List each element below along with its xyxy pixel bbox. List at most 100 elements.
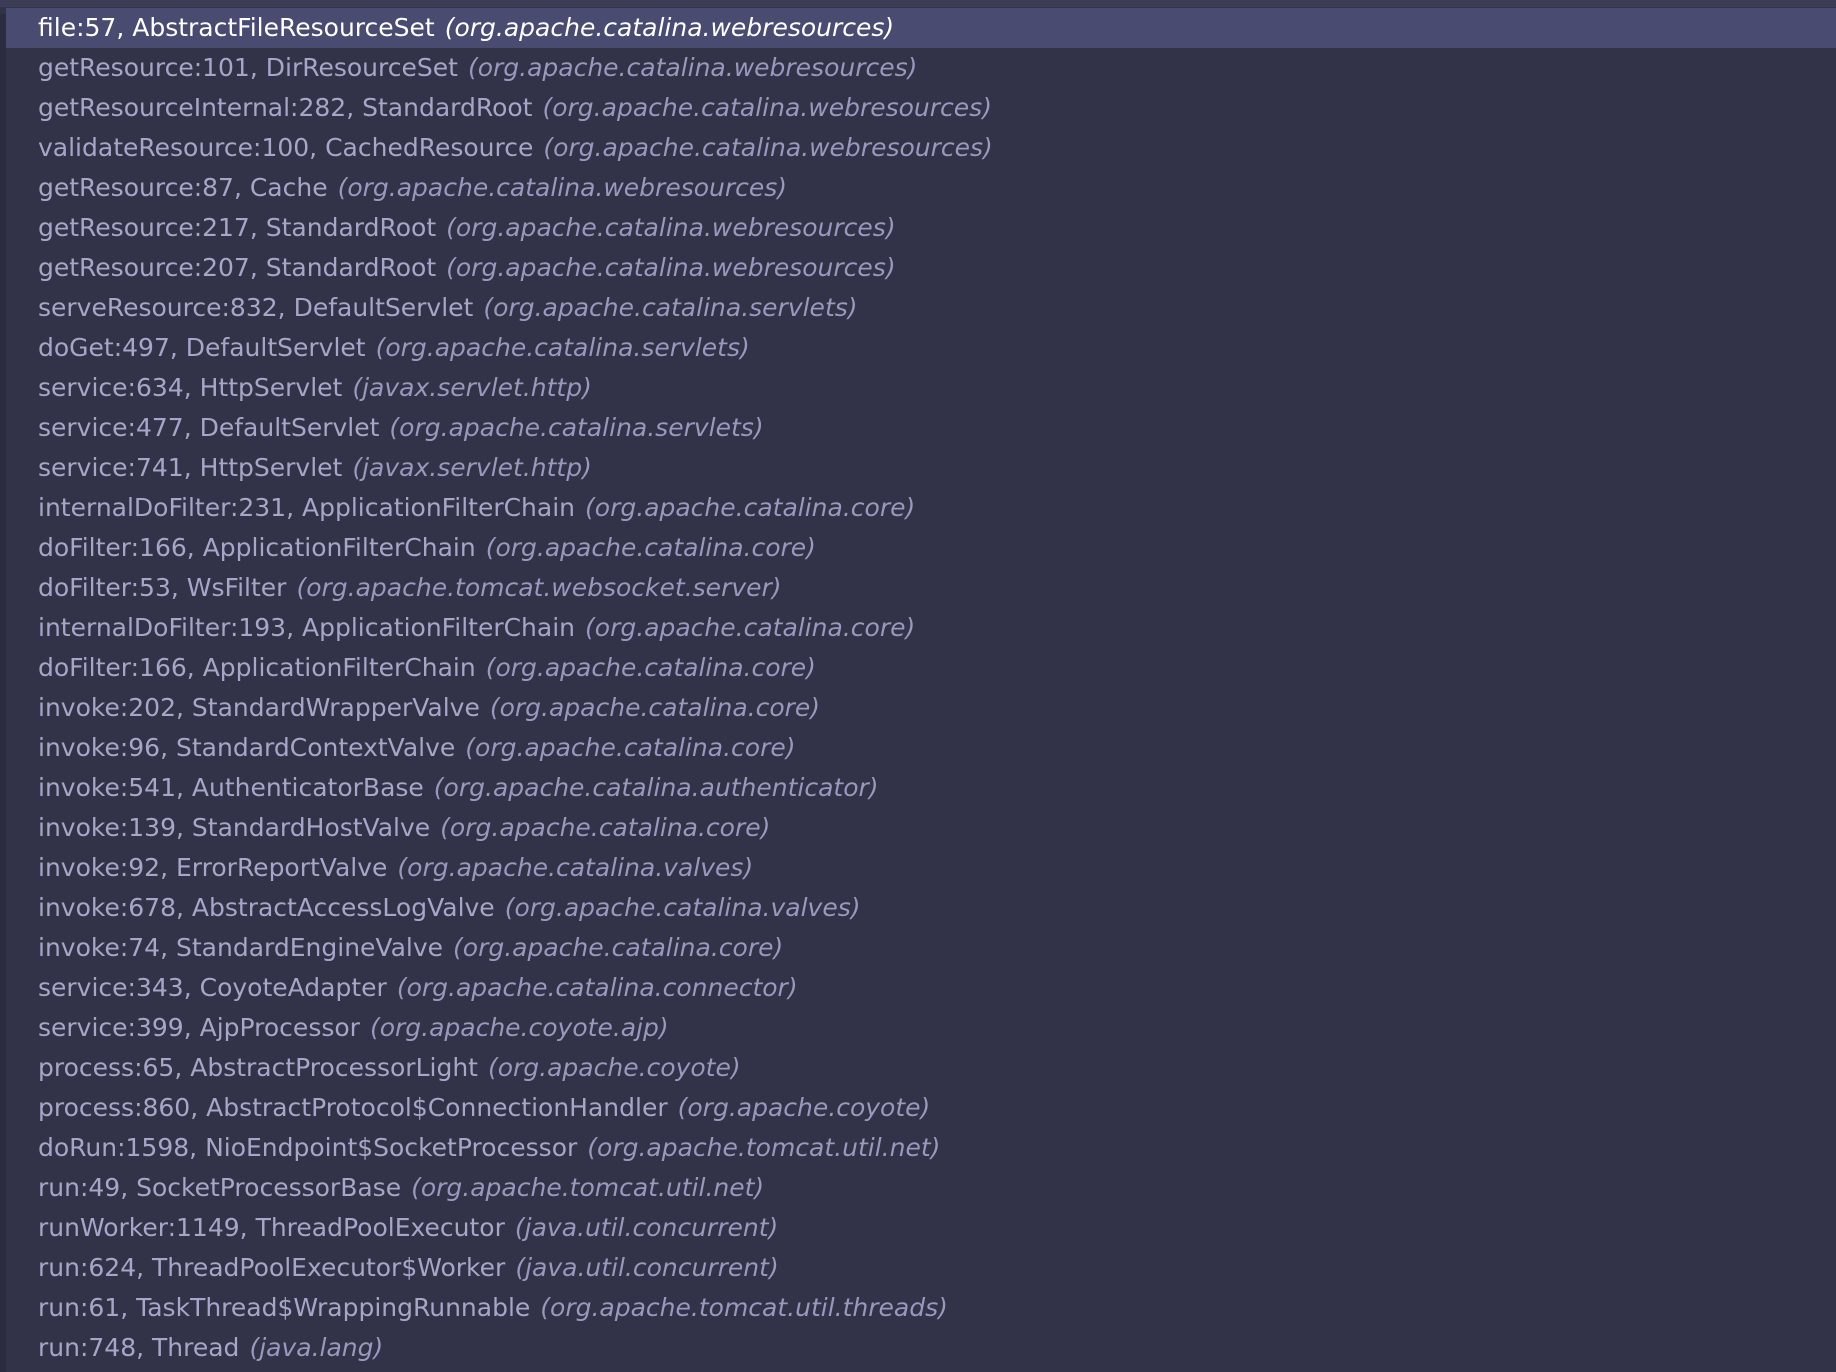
- stack-frame[interactable]: run:49, SocketProcessorBase (org.apache.t…: [6, 1168, 1836, 1208]
- stack-frame[interactable]: getResourceInternal:282, StandardRoot (or…: [6, 88, 1836, 128]
- stack-frame[interactable]: getResource:87, Cache (org.apache.catalin…: [6, 168, 1836, 208]
- stack-frame[interactable]: invoke:96, StandardContextValve (org.apac…: [6, 728, 1836, 768]
- frame-package: (org.apache.catalina.webresources): [446, 213, 896, 242]
- stack-frame[interactable]: doRun:1598, NioEndpoint$SocketProcessor (…: [6, 1128, 1836, 1168]
- frame-separator: ,: [183, 973, 200, 1002]
- frame-method: process:65: [38, 1053, 175, 1082]
- frame-class: AuthenticatorBase: [191, 773, 424, 802]
- frame-method: invoke:678: [38, 893, 176, 922]
- frame-method: doRun:1598: [38, 1133, 190, 1162]
- stack-frame[interactable]: invoke:202, StandardWrapperValve (org.apa…: [6, 688, 1836, 728]
- frame-method: invoke:92: [38, 853, 161, 882]
- stack-frame[interactable]: invoke:74, StandardEngineValve (org.apach…: [6, 928, 1836, 968]
- stack-frame[interactable]: doGet:497, DefaultServlet (org.apache.cat…: [6, 328, 1836, 368]
- frame-method: getResource:101: [38, 53, 250, 82]
- frame-package: (org.apache.catalina.webresources): [337, 173, 788, 202]
- stack-frame[interactable]: service:634, HttpServlet (javax.servlet.h…: [6, 368, 1836, 408]
- stack-frame[interactable]: run:624, ThreadPoolExecutor$Worker (java.…: [6, 1248, 1836, 1288]
- frame-class: CachedResource: [325, 133, 534, 162]
- frame-separator: ,: [176, 813, 192, 842]
- frame-class: NioEndpoint$SocketProcessor: [205, 1133, 578, 1162]
- stack-frame[interactable]: service:477, DefaultServlet (org.apache.c…: [6, 408, 1836, 448]
- stack-frame[interactable]: service:741, HttpServlet (javax.servlet.h…: [6, 448, 1836, 488]
- stack-frame[interactable]: doFilter:166, ApplicationFilterChain (org…: [6, 648, 1836, 688]
- stack-frame[interactable]: runWorker:1149, ThreadPoolExecutor (java.…: [6, 1208, 1836, 1248]
- stack-frame[interactable]: run:61, TaskThread$WrappingRunnable (org.…: [6, 1288, 1836, 1328]
- frame-package: (javax.servlet.http): [352, 373, 592, 402]
- frame-method: run:748: [38, 1333, 137, 1362]
- frame-class: AbstractProtocol$ConnectionHandler: [206, 1093, 668, 1122]
- frame-package: (org.apache.catalina.servlets): [389, 413, 764, 442]
- frame-method: service:399: [38, 1013, 184, 1042]
- frame-separator: ,: [286, 613, 302, 642]
- frame-class: Cache: [249, 173, 328, 202]
- stack-frame[interactable]: process:65, AbstractProcessorLight (org.a…: [6, 1048, 1836, 1088]
- stack-frame[interactable]: doFilter:166, ApplicationFilterChain (org…: [6, 528, 1836, 568]
- frame-class: AbstractAccessLogValve: [191, 893, 495, 922]
- frame-separator: ,: [239, 1213, 256, 1242]
- frame-class: ErrorReportValve: [176, 853, 388, 882]
- stack-frame[interactable]: invoke:139, StandardHostValve (org.apache…: [6, 808, 1836, 848]
- frame-method: internalDoFilter:231: [38, 493, 287, 522]
- frame-class: DefaultServlet: [293, 293, 474, 322]
- frame-package: (org.apache.catalina.authenticator): [433, 773, 879, 802]
- frame-method: doFilter:53: [38, 573, 171, 602]
- frame-method: service:634: [38, 373, 184, 402]
- frame-method: run:624: [38, 1253, 137, 1282]
- stack-frame[interactable]: internalDoFilter:231, ApplicationFilterC…: [6, 488, 1836, 528]
- frame-separator: ,: [176, 693, 192, 722]
- stack-frame[interactable]: service:399, AjpProcessor (org.apache.coy…: [6, 1008, 1836, 1048]
- stack-frame[interactable]: doFilter:53, WsFilter (org.apache.tomcat.…: [6, 568, 1836, 608]
- frame-package: (java.lang): [249, 1333, 384, 1362]
- frame-separator: ,: [136, 1333, 153, 1362]
- frame-class: StandardHostValve: [191, 813, 431, 842]
- frame-separator: ,: [120, 1173, 137, 1202]
- stack-frame[interactable]: serveResource:832, DefaultServlet (org.ap…: [6, 288, 1836, 328]
- stack-frame[interactable]: process:860, AbstractProtocol$Connection…: [6, 1088, 1836, 1128]
- frame-method: getResourceInternal:282: [38, 93, 347, 122]
- stack-frame-selected[interactable]: file:57, AbstractFileResourceSet (org.apa…: [6, 8, 1836, 48]
- frame-class: SocketProcessorBase: [136, 1173, 402, 1202]
- frame-package: (org.apache.catalina.valves): [397, 853, 754, 882]
- stack-frame[interactable]: invoke:678, AbstractAccessLogValve (org.a…: [6, 888, 1836, 928]
- stack-frame[interactable]: invoke:541, AuthenticatorBase (org.apache…: [6, 768, 1836, 808]
- stack-frame[interactable]: getResource:207, StandardRoot (org.apache…: [6, 248, 1836, 288]
- frame-package: (java.util.concurrent): [515, 1253, 779, 1282]
- frame-class: AbstractFileResourceSet: [132, 13, 435, 42]
- frame-package: (org.apache.tomcat.util.net): [587, 1133, 941, 1162]
- stack-frame[interactable]: validateResource:100, CachedResource (org…: [6, 128, 1836, 168]
- frame-method: invoke:96: [38, 733, 161, 762]
- stack-frame[interactable]: service:343, CoyoteAdapter (org.apache.ca…: [6, 968, 1836, 1008]
- frame-package: (org.apache.tomcat.util.net): [411, 1173, 765, 1202]
- frame-class: ApplicationFilterChain: [202, 653, 476, 682]
- frame-separator: ,: [160, 933, 176, 962]
- frame-method: validateResource:100: [38, 133, 310, 162]
- frame-method: invoke:74: [38, 933, 161, 962]
- frame-separator: ,: [186, 533, 203, 562]
- stack-frame[interactable]: internalDoFilter:193, ApplicationFilterC…: [6, 608, 1836, 648]
- frame-class: CoyoteAdapter: [199, 973, 387, 1002]
- frame-package: (org.apache.catalina.core): [585, 613, 916, 642]
- frame-separator: ,: [186, 653, 203, 682]
- frame-separator: ,: [183, 453, 200, 482]
- stack-frame[interactable]: getResource:101, DirResourceSet (org.apac…: [6, 48, 1836, 88]
- frame-method: run:61: [38, 1293, 121, 1322]
- frame-separator: ,: [176, 773, 192, 802]
- frame-separator: ,: [169, 333, 186, 362]
- frame-separator: ,: [249, 53, 266, 82]
- frame-package: (org.apache.catalina.connector): [396, 973, 798, 1002]
- stack-frame[interactable]: run:748, Thread (java.lang): [6, 1328, 1836, 1368]
- stack-frame[interactable]: invoke:92, ErrorReportValve (org.apache.c…: [6, 848, 1836, 888]
- frame-method: service:343: [38, 973, 184, 1002]
- frame-package: (org.apache.catalina.webresources): [444, 13, 895, 42]
- frame-separator: ,: [136, 1253, 153, 1282]
- frame-separator: ,: [176, 893, 192, 922]
- frame-method: invoke:202: [38, 693, 176, 722]
- frame-class: AjpProcessor: [199, 1013, 360, 1042]
- frame-package: (org.apache.catalina.core): [585, 493, 916, 522]
- frame-method: file:57: [38, 13, 117, 42]
- stack-frame[interactable]: getResource:217, StandardRoot (org.apache…: [6, 208, 1836, 248]
- frame-package: (org.apache.catalina.core): [485, 653, 816, 682]
- frame-separator: ,: [160, 853, 176, 882]
- frame-class: StandardRoot: [362, 93, 533, 122]
